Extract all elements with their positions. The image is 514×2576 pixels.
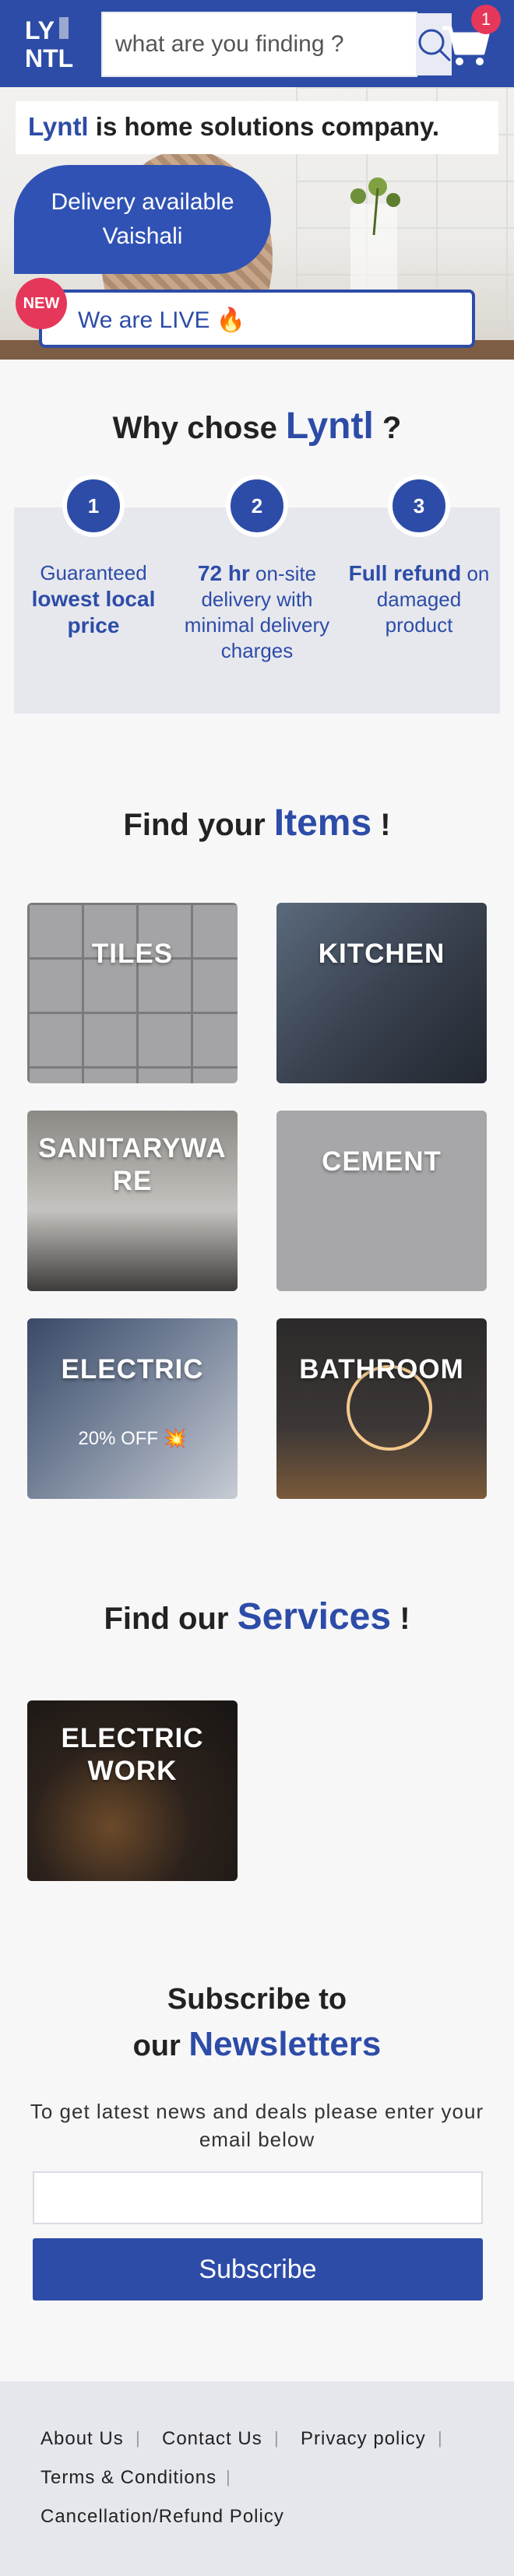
items-title-hl: Items — [273, 802, 372, 844]
footer: About Us | Contact Us | Privacy policy |… — [0, 2381, 514, 2576]
benefit-text-3: Full refund on damaged product — [341, 560, 497, 638]
benefit-number-2: 2 — [226, 475, 288, 537]
service-label: ELECTRIC WORK — [61, 1723, 204, 1786]
benefit-number-1: 1 — [62, 475, 125, 537]
footer-link-refund[interactable]: Cancellation/Refund Policy — [40, 2506, 284, 2528]
benefit-1-bold: lowest local price — [31, 587, 156, 637]
tagline-text: is home solutions company. — [88, 112, 440, 141]
items-title-post: ! — [371, 808, 391, 842]
delivery-bubble: Delivery available Vaishali — [14, 165, 271, 274]
why-title-pre: Why chose — [112, 411, 286, 445]
hero-tagline: Lyntl is home solutions company. — [16, 101, 498, 154]
newsletter-title: Subscribe to our Newsletters — [0, 1977, 514, 2069]
benefit-text-2: 72 hr on-site delivery with minimal deli… — [179, 560, 335, 664]
why-title-brand: Lyntl — [285, 405, 374, 447]
benefit-3-bold: Full refund — [348, 561, 462, 585]
hero-plant-image — [350, 177, 400, 235]
footer-link-terms[interactable]: Terms & Conditions — [40, 2467, 217, 2489]
newsletter-description: To get latest news and deals please ente… — [30, 2100, 484, 2151]
search-input[interactable] — [103, 13, 416, 75]
why-section-title: Why chose Lyntl ? — [0, 405, 514, 447]
subscribe-button[interactable]: Subscribe — [33, 2238, 483, 2301]
category-label: TILES — [91, 939, 174, 969]
tagline-brand: Lyntl — [28, 112, 89, 141]
category-label: KITCHEN — [318, 939, 445, 969]
footer-separator: | — [226, 2467, 231, 2487]
category-tile-bathroom[interactable]: BATHROOM — [276, 1318, 487, 1499]
newsletter-title-hl: Newsletters — [188, 2025, 382, 2063]
svg-text:LY: LY — [25, 16, 55, 44]
search-bar — [101, 12, 452, 77]
services-section-title: Find our Services ! — [0, 1595, 514, 1638]
electric-offer-text: 20% OFF 💥 — [78, 1428, 187, 1449]
logo[interactable]: LY NTL — [23, 14, 79, 72]
services-title-hl: Services — [237, 1596, 392, 1637]
services-title-post: ! — [391, 1602, 410, 1636]
benefit-text-1: Guaranteed lowest local price — [16, 560, 171, 639]
benefit-1-pre: Guaranteed — [40, 561, 147, 584]
svg-text:NTL: NTL — [25, 44, 73, 70]
benefit-2-bold: 72 hr — [197, 561, 250, 585]
benefit-number-3: 3 — [388, 475, 450, 537]
category-label: SANITARYWARE — [38, 1133, 227, 1196]
live-banner[interactable]: We are LIVE 🔥 — [39, 290, 475, 348]
category-tile-sanitaryware[interactable]: SANITARYWARE — [27, 1111, 238, 1291]
footer-link-contact[interactable]: Contact Us — [162, 2428, 262, 2450]
footer-separator: | — [274, 2428, 279, 2448]
items-section-title: Find your Items ! — [0, 802, 514, 844]
top-bar: LY NTL 1 — [0, 0, 514, 87]
newsletter-title-pre: our — [132, 2030, 189, 2062]
newsletter-title-line1: Subscribe to — [167, 1983, 347, 2016]
category-label: BATHROOM — [299, 1354, 464, 1385]
category-tile-kitchen[interactable]: KITCHEN — [276, 903, 487, 1083]
hero-banner: Lyntl is home solutions company. Deliver… — [0, 87, 514, 360]
newsletter-title-line2: our Newsletters — [0, 2022, 514, 2069]
category-label: CEMENT — [322, 1146, 442, 1177]
category-tile-electric[interactable]: ELECTRIC 20% OFF 💥 — [27, 1318, 238, 1499]
category-tile-cement[interactable]: CEMENT — [276, 1111, 487, 1291]
category-label: ELECTRIC — [61, 1354, 204, 1385]
delivery-line-1: Delivery available — [51, 189, 234, 215]
footer-link-privacy[interactable]: Privacy policy — [301, 2428, 426, 2450]
services-title-pre: Find our — [104, 1602, 238, 1636]
items-title-pre: Find your — [123, 808, 274, 842]
cart-count-badge: 1 — [471, 5, 501, 34]
footer-separator: | — [136, 2428, 140, 2448]
why-title-post: ? — [373, 411, 402, 445]
footer-separator: | — [438, 2428, 442, 2448]
delivery-location: Vaishali — [102, 223, 183, 249]
new-badge: NEW — [16, 278, 67, 329]
category-tile-tiles[interactable]: TILES — [27, 903, 238, 1083]
footer-link-about[interactable]: About Us — [40, 2428, 124, 2450]
service-tile-electric-work[interactable]: ELECTRIC WORK — [27, 1700, 238, 1881]
newsletter-email-input[interactable] — [33, 2171, 483, 2224]
